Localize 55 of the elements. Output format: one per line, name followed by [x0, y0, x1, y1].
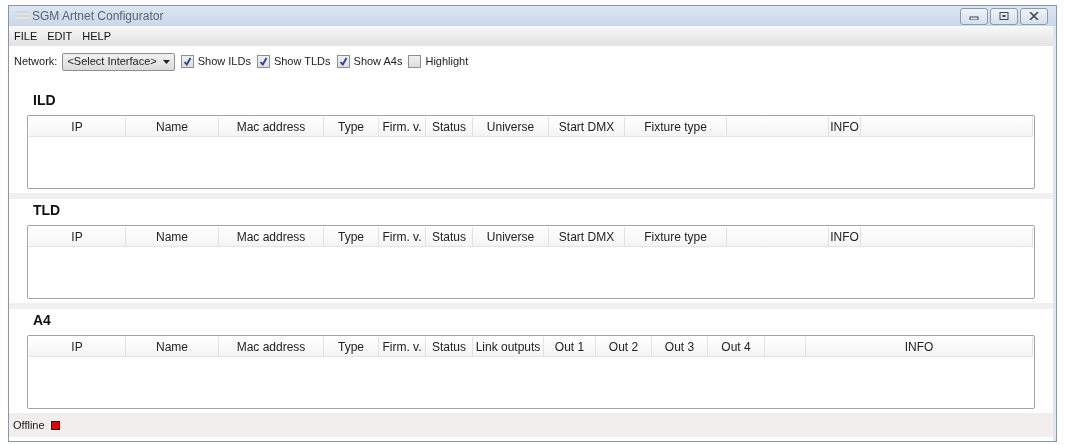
maximize-icon	[999, 12, 1009, 20]
menu-item[interactable]: HELP	[82, 27, 112, 45]
column-header[interactable]: Out 4	[708, 337, 765, 356]
column-header[interactable]: IP	[29, 227, 126, 246]
column-header[interactable]: Fixture type	[625, 227, 727, 246]
column-header[interactable]: INFO	[829, 117, 861, 136]
column-header[interactable]: Out 2	[596, 337, 652, 356]
status-text: Offline	[13, 417, 45, 433]
column-header[interactable]: Type	[324, 227, 379, 246]
column-header[interactable]: Out 1	[544, 337, 596, 356]
close-icon	[1029, 12, 1039, 20]
checkbox[interactable]	[180, 55, 194, 68]
maximize-button[interactable]	[990, 7, 1018, 25]
column-header[interactable]: Start DMX	[549, 227, 625, 246]
interface-dropdown[interactable]: <Select Interface>	[62, 52, 175, 71]
caret-icon	[162, 59, 170, 64]
column-header[interactable]: Out 3	[652, 337, 708, 356]
section-title: TLD	[33, 201, 61, 220]
checkbox-label: Show TLDs	[273, 54, 331, 70]
column-header[interactable]: Link outputs	[473, 337, 544, 356]
menu-item[interactable]: FILE	[14, 27, 38, 45]
column-header[interactable]: Universe	[473, 227, 549, 246]
column-header[interactable]: Firm. v.	[379, 337, 426, 356]
column-header[interactable]: Status	[426, 117, 473, 136]
checkbox-label: Show A4s	[353, 54, 403, 70]
column-header[interactable]: Name	[126, 227, 219, 246]
network-label: Network:	[14, 54, 58, 70]
column-header[interactable]: Status	[426, 337, 473, 356]
close-button[interactable]	[1020, 7, 1048, 25]
window-title: SGM Artnet Configurator	[32, 8, 164, 25]
section-title: ILD	[33, 91, 56, 110]
column-header[interactable]: Mac address	[219, 227, 324, 246]
column-header[interactable]: Mac address	[219, 117, 324, 136]
column-header[interactable]: Fixture type	[625, 117, 727, 136]
column-header[interactable]: Type	[324, 117, 379, 136]
column-header[interactable]: IP	[29, 337, 126, 356]
column-header[interactable]: Firm. v.	[379, 227, 426, 246]
section-title: A4	[33, 311, 51, 330]
column-header[interactable]: Firm. v.	[379, 117, 426, 136]
column-header[interactable]: IP	[29, 117, 126, 136]
column-header[interactable]: INFO	[806, 337, 1033, 356]
column-header[interactable]: Mac address	[219, 337, 324, 356]
checkbox-label: Highlight	[425, 54, 469, 70]
menu-item[interactable]: EDIT	[47, 27, 73, 45]
checkbox-label: Show ILDs	[197, 54, 251, 70]
column-header[interactable]: INFO	[829, 227, 861, 246]
checkbox[interactable]	[336, 55, 350, 68]
column-header[interactable]: Universe	[473, 117, 549, 136]
column-header[interactable]: Name	[126, 117, 219, 136]
checkbox[interactable]	[408, 55, 422, 68]
column-header[interactable]: Type	[324, 337, 379, 356]
column-header[interactable]: Status	[426, 227, 473, 246]
column-header[interactable]: Name	[126, 337, 219, 356]
column-header[interactable]: Start DMX	[549, 117, 625, 136]
checkbox[interactable]	[256, 55, 270, 68]
